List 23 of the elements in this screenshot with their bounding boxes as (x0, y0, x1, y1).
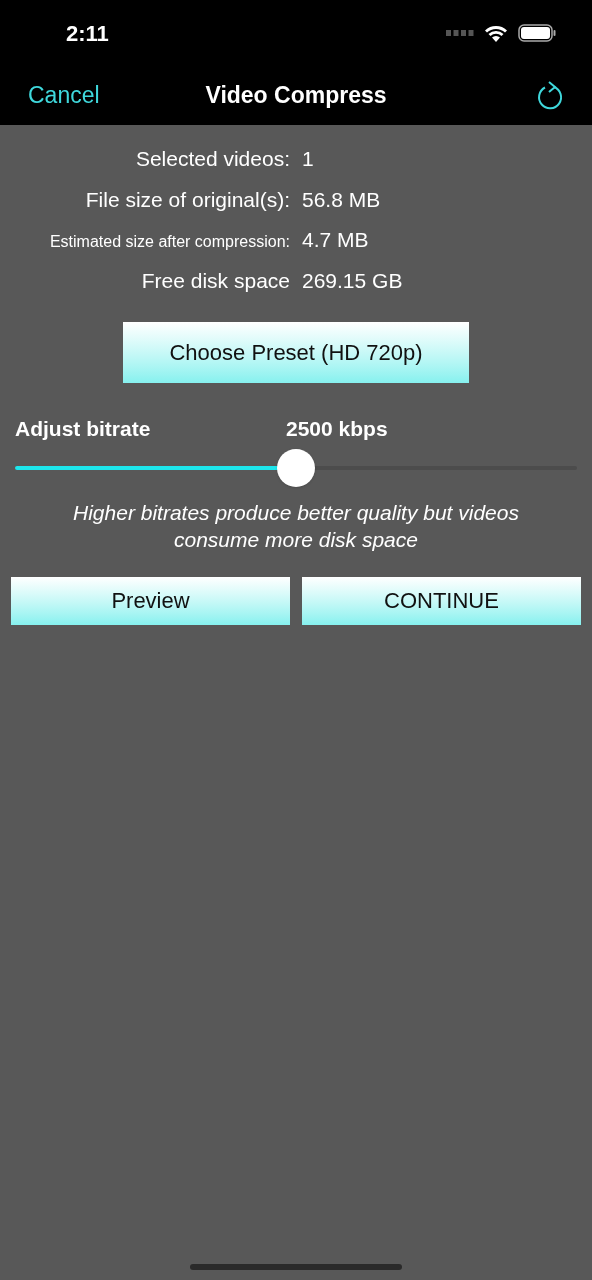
info-value: 4.7 MB (302, 227, 369, 253)
info-value: 56.8 MB (302, 186, 381, 213)
action-button[interactable]: CONTINUE (302, 576, 581, 625)
nav-title: Video Compress (205, 81, 387, 111)
info-label: File size of original(s): (84, 186, 290, 213)
battery-icon (518, 24, 556, 42)
slider-thumb[interactable] (277, 448, 315, 487)
info-label: Free disk space (140, 267, 290, 294)
status-time: 2:11 (66, 19, 109, 48)
bitrate-label: Adjust bitrate (15, 416, 152, 442)
info-value: 269.15 GB (302, 267, 403, 294)
signal-icon (446, 30, 474, 36)
action-button[interactable]: Preview (11, 576, 290, 625)
bitrate-reading: 2500 kbps (286, 416, 388, 442)
info-label: Estimated size after compression: (48, 232, 290, 252)
info-label: Selected videos: (134, 146, 290, 172)
preset-button[interactable]: Choose Preset (HD 720p) (123, 322, 469, 383)
refresh-icon[interactable] (536, 80, 564, 111)
info-value: 1 (302, 146, 314, 172)
wifi-icon (484, 24, 508, 42)
hint-text: Higher bitrates produce better quality but videos consume more disk space (72, 499, 520, 553)
bitrate-slider[interactable] (15, 448, 577, 487)
cancel-button[interactable]: Cancel (28, 78, 100, 113)
